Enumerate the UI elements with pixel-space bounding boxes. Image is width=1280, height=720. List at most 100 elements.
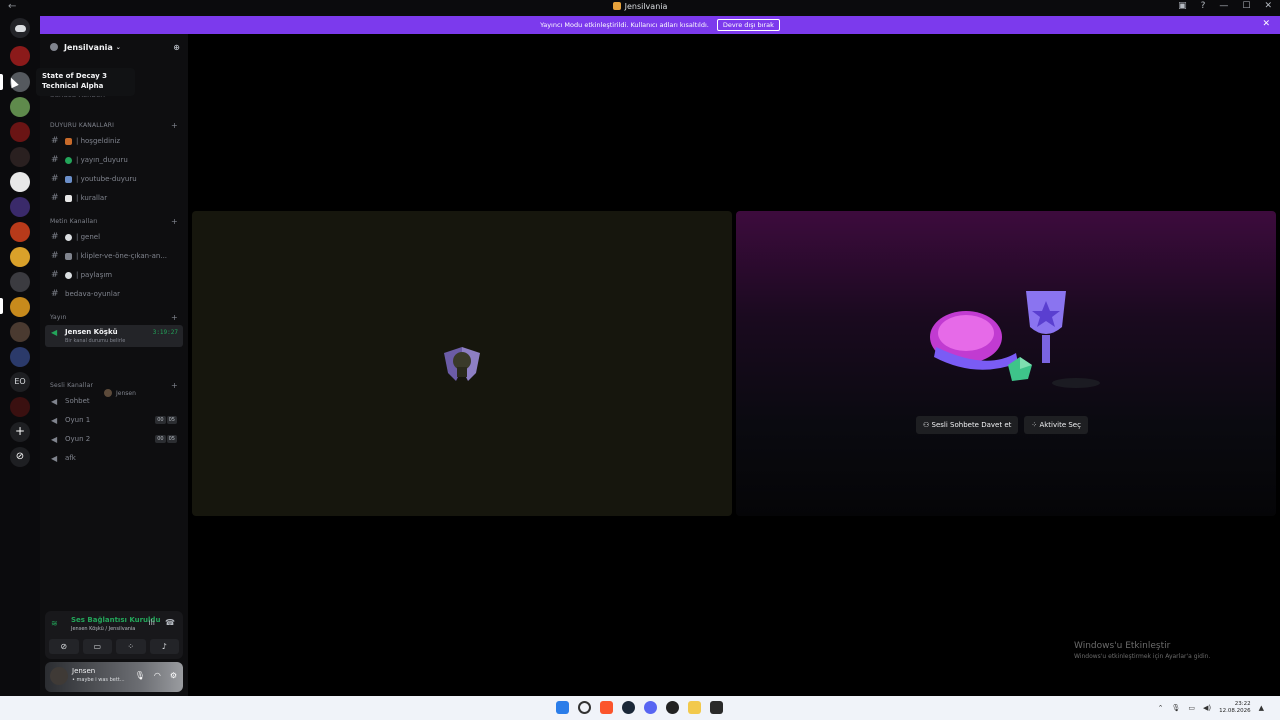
voice-channel-oyun1[interactable]: ◀ Oyun 1 00 05: [45, 412, 183, 428]
server-icon[interactable]: [10, 297, 30, 317]
file-explorer-icon[interactable]: [688, 701, 701, 714]
add-channel-icon[interactable]: +: [171, 217, 178, 226]
tile-actions: ⚇ Sesli Sohbete Davet et ⁘ Aktivite Seç: [916, 416, 1088, 434]
stage-speaker-icon: ◀: [51, 328, 58, 337]
add-channel-icon[interactable]: +: [171, 313, 178, 322]
server-icon[interactable]: [10, 347, 30, 367]
chevron-down-icon: ⌄: [115, 43, 121, 51]
username[interactable]: Jensen: [72, 667, 95, 675]
channel-yayin-duyuru[interactable]: # | yayın_duyuru: [45, 152, 183, 168]
signal-icon[interactable]: ≋: [51, 619, 58, 628]
hash-icon: #: [51, 174, 59, 184]
server-icon[interactable]: [10, 46, 30, 66]
channel-paylasim[interactable]: # | paylaşım: [45, 267, 183, 283]
discord-icon[interactable]: [644, 701, 657, 714]
noise-suppression-icon[interactable]: ılı: [148, 618, 155, 627]
maximize-button[interactable]: ☐: [1242, 1, 1250, 11]
stage-channel-jensen-koşku[interactable]: ◀ Jensen Köşkü 3:19:27 Bir kanal durumu …: [45, 325, 183, 347]
server-icon[interactable]: [10, 397, 30, 417]
category-metin[interactable]: Metin Kanalları: [50, 218, 98, 225]
voice-channel-sohbet[interactable]: ◀ Sohbet: [45, 393, 183, 409]
clock[interactable]: 23:22 12.08.2026: [1219, 701, 1251, 715]
system-tray: ⌃ 🎙 ▭ ◀) 23:22 12.08.2026 ▲: [1158, 701, 1264, 715]
microphone-icon[interactable]: 🎙: [135, 671, 145, 680]
server-eo[interactable]: EO: [10, 372, 30, 392]
participant-tile[interactable]: [192, 211, 732, 516]
server-icon[interactable]: [10, 97, 30, 117]
network-icon[interactable]: ▭: [1188, 704, 1195, 712]
server-icon[interactable]: [10, 147, 30, 167]
channel-youtube-duyuru[interactable]: # | youtube-duyuru: [45, 171, 183, 187]
channel-hosgeldiniz[interactable]: # | hoşgeldiniz: [45, 133, 183, 149]
trophy-illustration: [930, 291, 1100, 388]
streamer-mode-banner: Yayıncı Modu etkinleştirildi. Kullanıcı …: [40, 16, 1280, 34]
screen-share-button[interactable]: ▭: [82, 639, 112, 654]
channel-sidebar: Jensilvania ⌄ ⊕ Sunucu Rehberi DUYURU KA…: [40, 34, 188, 696]
avatar[interactable]: [50, 667, 68, 685]
voice-status: Ses Bağlantısı Kuruldu: [71, 616, 161, 624]
voice-location[interactable]: Jensen Köşkü / Jensilvania: [71, 626, 135, 632]
minimize-button[interactable]: —: [1219, 1, 1228, 11]
banner-close-icon[interactable]: ✕: [1262, 19, 1270, 29]
inbox-icon[interactable]: ▣: [1178, 1, 1187, 11]
server-icon[interactable]: [10, 322, 30, 342]
user-custom-status: • maybe i was bett...: [72, 677, 125, 683]
gear-icon[interactable]: ⚙: [170, 671, 177, 680]
server-icon[interactable]: [10, 122, 30, 142]
notification-bell-icon[interactable]: ▲: [1259, 704, 1264, 712]
voice-channel-afk[interactable]: ◀ afk: [45, 450, 183, 466]
server-icon[interactable]: [10, 247, 30, 267]
speaker-icon: ◀: [51, 453, 58, 463]
voice-channel-oyun2[interactable]: ◀ Oyun 2 00 05: [45, 431, 183, 447]
steam-icon[interactable]: [622, 701, 635, 714]
chevron-up-icon[interactable]: ⌃: [1158, 704, 1164, 712]
channel-klipler[interactable]: # | klipler-ve-öne-çıkan-an...: [45, 248, 183, 264]
tooltip-line1: State of Decay 3: [42, 72, 108, 80]
choose-activity-button[interactable]: ⁘ Aktivite Seç: [1024, 416, 1088, 434]
discover-compass-icon[interactable]: ⊘: [10, 447, 30, 467]
microphone-icon[interactable]: 🎙: [1171, 704, 1180, 712]
category-yayin[interactable]: Yayın: [50, 314, 67, 321]
invite-activity-tile: ⚇ Sesli Sohbete Davet et ⁘ Aktivite Seç: [736, 211, 1276, 516]
window-controls: ▣ ? — ☐ ✕: [1178, 1, 1272, 11]
help-icon[interactable]: ?: [1201, 1, 1206, 11]
invite-to-voice-button[interactable]: ⚇ Sesli Sohbete Davet et: [916, 416, 1019, 434]
speaker-icon: ◀: [51, 434, 58, 444]
window-titlebar: ← Jensilvania ▣ ? — ☐ ✕: [0, 0, 1280, 16]
add-channel-icon[interactable]: +: [171, 121, 178, 130]
add-user-icon: ⚇: [923, 421, 932, 429]
brave-browser-icon[interactable]: [600, 701, 613, 714]
epic-games-icon[interactable]: [710, 701, 723, 714]
app-icon[interactable]: [666, 701, 679, 714]
headphones-icon[interactable]: ◠: [154, 671, 161, 680]
discord-home-icon[interactable]: [10, 18, 30, 38]
category-duyuru[interactable]: DUYURU KANALLARI: [50, 122, 114, 129]
search-icon[interactable]: [578, 701, 591, 714]
server-icon[interactable]: [10, 172, 30, 192]
channel-status[interactable]: Bir kanal durumu belirle: [65, 338, 125, 344]
add-channel-icon[interactable]: +: [171, 381, 178, 390]
channel-kurallar[interactable]: # | kurallar: [45, 190, 183, 206]
camera-off-button[interactable]: ⊘: [49, 639, 79, 654]
speaker-icon: ◀: [51, 415, 58, 425]
add-server-icon[interactable]: +: [10, 422, 30, 442]
channel-bedava-oyunlar[interactable]: # bedava-oyunlar: [45, 286, 183, 302]
server-icon[interactable]: [10, 272, 30, 292]
volume-icon[interactable]: ◀): [1203, 704, 1211, 712]
server-icon[interactable]: [10, 222, 30, 242]
invite-people-icon[interactable]: ⊕: [173, 43, 180, 52]
disconnect-icon[interactable]: ☎: [165, 618, 175, 627]
guild-header[interactable]: Jensilvania ⌄ ⊕: [40, 34, 188, 60]
server-icon[interactable]: [10, 197, 30, 217]
start-icon[interactable]: [556, 701, 569, 714]
disable-streamer-mode-button[interactable]: Devre dışı bırak: [716, 19, 780, 31]
activities-button[interactable]: ⁘: [116, 639, 146, 654]
channel-genel[interactable]: # | genel: [45, 229, 183, 245]
banner-text: Yayıncı Modu etkinleştirildi. Kullanıcı …: [540, 21, 709, 29]
hash-icon: #: [51, 232, 59, 242]
winged-emblem-avatar: [444, 347, 480, 381]
activation-watermark: Windows'u Etkinleştir Windows'u etkinleş…: [1074, 641, 1210, 660]
category-sesli[interactable]: Sesli Kanallar: [50, 382, 93, 389]
close-button[interactable]: ✕: [1264, 1, 1272, 11]
soundboard-button[interactable]: ♪: [149, 639, 179, 654]
